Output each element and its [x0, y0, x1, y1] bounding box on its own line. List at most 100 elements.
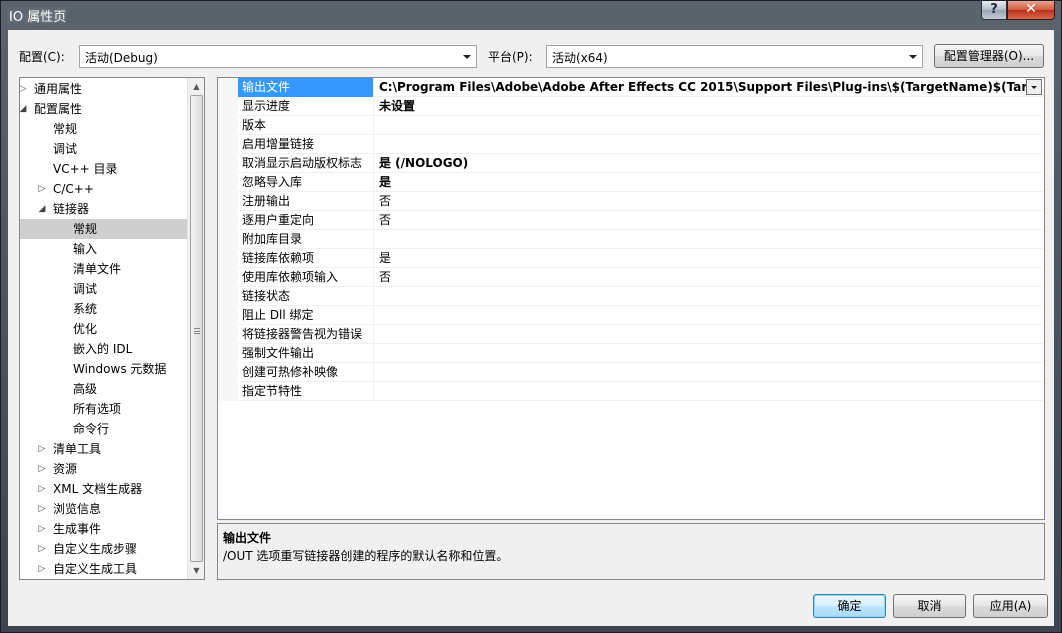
property-row[interactable]: 取消显示启动版权标志是 (/NOLOGO): [218, 154, 1044, 173]
property-row[interactable]: 将链接器警告视为错误: [218, 325, 1044, 344]
help-button[interactable]: ?: [981, 1, 1007, 20]
property-name[interactable]: 使用库依赖项输入: [238, 268, 374, 287]
config-combo[interactable]: 活动(Debug): [79, 45, 477, 68]
property-name[interactable]: 取消显示启动版权标志: [238, 154, 374, 173]
property-row[interactable]: 链接库依赖项是: [218, 249, 1044, 268]
property-row[interactable]: 注册输出否: [218, 192, 1044, 211]
property-row[interactable]: 指定节特性: [218, 382, 1044, 401]
scroll-down-icon[interactable]: ▼: [188, 562, 204, 579]
property-name[interactable]: 强制文件输出: [238, 344, 374, 363]
property-value[interactable]: 是: [375, 173, 1026, 192]
tree-item[interactable]: 嵌入的 IDL: [20, 339, 187, 359]
tree-item[interactable]: ◢ 链接器: [20, 199, 187, 219]
property-value[interactable]: [375, 382, 1026, 401]
tree-item[interactable]: ▷ 清单工具: [20, 439, 187, 459]
property-value[interactable]: [375, 116, 1026, 135]
property-value[interactable]: 否: [375, 192, 1026, 211]
tree-scrollbar[interactable]: ▲ ▼: [187, 78, 204, 579]
tree-item[interactable]: VC++ 目录: [20, 159, 187, 179]
collapsed-arrow-icon[interactable]: ▷: [37, 459, 47, 479]
tree-item[interactable]: 清单文件: [20, 259, 187, 279]
property-value[interactable]: C:\Program Files\Adobe\Adobe After Effec…: [375, 78, 1026, 97]
scroll-up-icon[interactable]: ▲: [188, 78, 204, 95]
property-value[interactable]: [375, 230, 1026, 249]
property-name[interactable]: 附加库目录: [238, 230, 374, 249]
property-value[interactable]: 未设置: [375, 97, 1026, 116]
property-value[interactable]: [375, 344, 1026, 363]
property-value[interactable]: [375, 135, 1026, 154]
collapsed-arrow-icon[interactable]: ▷: [37, 179, 47, 199]
scrollbar-thumb[interactable]: [190, 95, 203, 562]
tree-item[interactable]: Windows 元数据: [20, 359, 187, 379]
property-grid[interactable]: 输出文件 C:\Program Files\Adobe\Adobe After E…: [217, 77, 1045, 520]
property-value[interactable]: 否: [375, 211, 1026, 230]
property-row[interactable]: 忽略导入库是: [218, 173, 1044, 192]
property-row[interactable]: 创建可热修补映像: [218, 363, 1044, 382]
property-name[interactable]: 版本: [238, 116, 374, 135]
collapsed-arrow-icon[interactable]: ▷: [37, 539, 47, 559]
property-row[interactable]: 输出文件 C:\Program Files\Adobe\Adobe After E…: [218, 78, 1044, 97]
property-row[interactable]: 逐用户重定向否: [218, 211, 1044, 230]
property-name[interactable]: 启用增量链接: [238, 135, 374, 154]
tree-item[interactable]: ▷ C/C++: [20, 179, 187, 199]
apply-button[interactable]: 应用(A): [973, 594, 1048, 618]
ok-button[interactable]: 确定: [813, 594, 886, 618]
tree-item[interactable]: ▷ XML 文档生成器: [20, 479, 187, 499]
property-name[interactable]: 注册输出: [238, 192, 374, 211]
collapsed-arrow-icon[interactable]: ▷: [37, 519, 47, 539]
property-row[interactable]: 启用增量链接: [218, 135, 1044, 154]
tree-item[interactable]: 调试: [20, 139, 187, 159]
property-name[interactable]: 创建可热修补映像: [238, 363, 374, 382]
tree-item[interactable]: 高级: [20, 379, 187, 399]
property-name[interactable]: 链接库依赖项: [238, 249, 374, 268]
property-row[interactable]: 版本: [218, 116, 1044, 135]
expanded-arrow-icon[interactable]: ◢: [20, 99, 28, 119]
tree-item[interactable]: ▷ 浏览信息: [20, 499, 187, 519]
config-manager-button[interactable]: 配置管理器(O)...: [934, 44, 1044, 68]
property-name[interactable]: 链接状态: [238, 287, 374, 306]
tree-item[interactable]: ◢ 配置属性: [20, 99, 187, 119]
tree-item[interactable]: ▷ 资源: [20, 459, 187, 479]
tree-item[interactable]: 优化: [20, 319, 187, 339]
property-name[interactable]: 指定节特性: [238, 382, 374, 401]
tree-item[interactable]: 系统: [20, 299, 187, 319]
settings-tree[interactable]: ▷ 自定义生成工具 ▷ 自定义生成步骤 ▷ 生成事件 ▷ 浏览信息 ▷ XML 文档生成器 ▷ 资源 ▷…: [19, 77, 205, 580]
property-value[interactable]: 是: [375, 249, 1026, 268]
tree-item[interactable]: 输入: [20, 239, 187, 259]
property-name[interactable]: 逐用户重定向: [238, 211, 374, 230]
property-name[interactable]: 将链接器警告视为错误: [238, 325, 374, 344]
platform-combo[interactable]: 活动(x64): [546, 45, 923, 68]
property-value[interactable]: [375, 363, 1026, 382]
tree-item[interactable]: ▷ 自定义生成工具: [20, 559, 187, 579]
tree-item[interactable]: ▷ 通用属性: [20, 79, 187, 99]
property-name[interactable]: 输出文件: [238, 78, 374, 97]
tree-item[interactable]: ▷ 自定义生成步骤: [20, 539, 187, 559]
tree-item[interactable]: ▷ 生成事件: [20, 519, 187, 539]
tree-item[interactable]: 常规: [20, 219, 187, 239]
collapsed-arrow-icon[interactable]: ▷: [37, 479, 47, 499]
property-row[interactable]: 使用库依赖项输入否: [218, 268, 1044, 287]
property-name[interactable]: 显示进度: [238, 97, 374, 116]
property-row[interactable]: 链接状态: [218, 287, 1044, 306]
collapsed-arrow-icon[interactable]: ▷: [37, 499, 47, 519]
collapsed-arrow-icon[interactable]: ▷: [37, 559, 47, 579]
property-value[interactable]: [375, 306, 1026, 325]
property-name[interactable]: 阻止 Dll 绑定: [238, 306, 374, 325]
expanded-arrow-icon[interactable]: ◢: [37, 199, 47, 219]
property-value[interactable]: [375, 287, 1026, 306]
property-row[interactable]: 附加库目录: [218, 230, 1044, 249]
tree-item[interactable]: 所有选项: [20, 399, 187, 419]
property-row[interactable]: 阻止 Dll 绑定: [218, 306, 1044, 325]
close-button[interactable]: ✕: [1007, 1, 1055, 20]
collapsed-arrow-icon[interactable]: ▷: [20, 79, 28, 99]
tree-item[interactable]: 命令行: [20, 419, 187, 439]
value-dropdown-button[interactable]: [1026, 79, 1042, 95]
property-row[interactable]: 强制文件输出: [218, 344, 1044, 363]
cancel-button[interactable]: 取消: [893, 594, 966, 618]
property-name[interactable]: 忽略导入库: [238, 173, 374, 192]
title-bar[interactable]: IO 属性页 ? ✕: [1, 1, 1061, 29]
property-value[interactable]: [375, 325, 1026, 344]
property-value[interactable]: 否: [375, 268, 1026, 287]
tree-item[interactable]: 常规: [20, 119, 187, 139]
property-value[interactable]: 是 (/NOLOGO): [375, 154, 1026, 173]
